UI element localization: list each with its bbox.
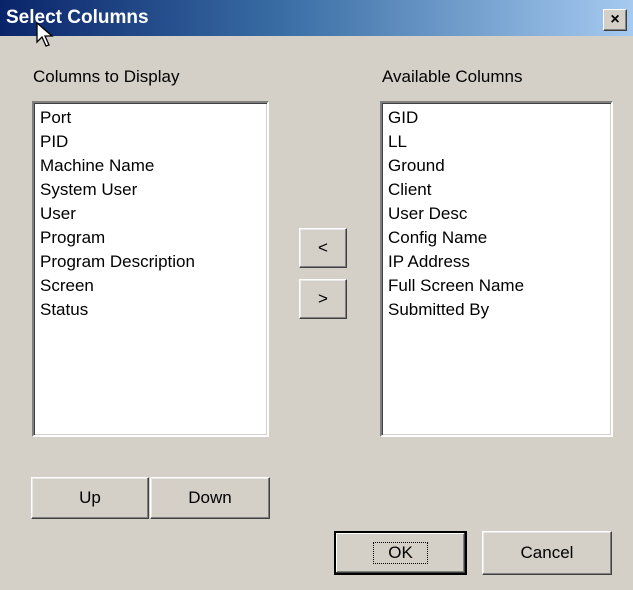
cancel-button[interactable]: Cancel: [482, 531, 612, 575]
available-columns-label: Available Columns: [382, 67, 523, 86]
list-item[interactable]: System User: [40, 178, 261, 202]
remove-column-button[interactable]: >: [299, 279, 347, 319]
available-columns-list[interactable]: GID LL Ground Client User Desc Config Na…: [380, 101, 613, 437]
columns-to-display-label: Columns to Display: [33, 67, 180, 86]
close-button[interactable]: ×: [603, 9, 627, 31]
list-item[interactable]: Config Name: [388, 226, 605, 250]
cancel-label: Cancel: [520, 543, 574, 562]
list-item[interactable]: LL: [388, 130, 605, 154]
move-down-label: Down: [188, 488, 232, 507]
list-item[interactable]: Machine Name: [40, 154, 261, 178]
list-item[interactable]: Screen: [40, 274, 261, 298]
list-item[interactable]: Program: [40, 226, 261, 250]
mouse-cursor-icon: [36, 22, 54, 47]
list-item[interactable]: Status: [40, 298, 261, 322]
ok-label: OK: [373, 542, 428, 564]
ok-button[interactable]: OK: [334, 531, 467, 575]
list-item[interactable]: Program Description: [40, 250, 261, 274]
window-title: Select Columns: [6, 7, 149, 28]
list-item[interactable]: Full Screen Name: [388, 274, 605, 298]
select-columns-dialog: Select Columns × Columns to Display Avai…: [0, 0, 633, 590]
columns-to-display-list[interactable]: Port PID Machine Name System User User P…: [32, 101, 269, 437]
list-item[interactable]: PID: [40, 130, 261, 154]
move-up-label: Up: [79, 488, 101, 507]
list-item[interactable]: User: [40, 202, 261, 226]
list-item[interactable]: Submitted By: [388, 298, 605, 322]
move-up-button[interactable]: Up: [31, 477, 149, 519]
add-column-button[interactable]: <: [299, 228, 347, 268]
move-down-button[interactable]: Down: [150, 477, 270, 519]
list-item[interactable]: Port: [40, 106, 261, 130]
add-column-label: <: [318, 238, 328, 257]
close-icon: ×: [610, 11, 620, 28]
remove-column-label: >: [318, 289, 328, 308]
list-item[interactable]: GID: [388, 106, 605, 130]
title-bar[interactable]: Select Columns ×: [0, 0, 633, 36]
list-item[interactable]: Ground: [388, 154, 605, 178]
list-item[interactable]: User Desc: [388, 202, 605, 226]
list-item[interactable]: IP Address: [388, 250, 605, 274]
list-item[interactable]: Client: [388, 178, 605, 202]
